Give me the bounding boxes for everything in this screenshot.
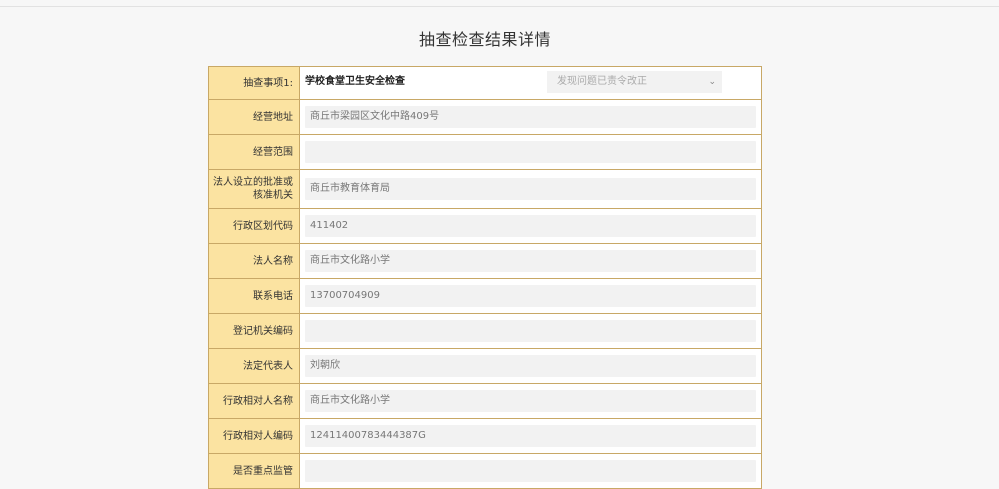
- table-row: 行政相对人名称 商丘市文化路小学: [208, 383, 762, 419]
- table-row-inspection-item: 抽查事项1: 学校食堂卫生安全检查 发现问题已责令改正 ⌄: [208, 66, 762, 100]
- page-title: 抽查检查结果详情: [418, 30, 551, 49]
- table-row: 行政相对人编码 12411400783444387G: [208, 418, 762, 454]
- chevron-down-icon: ⌄: [708, 77, 716, 87]
- approval-authority-field[interactable]: 商丘市教育体育局: [305, 178, 756, 200]
- table-row: 登记机关编码: [208, 313, 762, 349]
- inspection-item-name: 学校食堂卫生安全检查: [305, 76, 405, 87]
- key-supervision-field[interactable]: [305, 460, 756, 482]
- registration-authority-code-field[interactable]: [305, 320, 756, 342]
- top-divider: [0, 6, 999, 7]
- table-row: 行政区划代码 411402: [208, 208, 762, 244]
- table-row: 经营范围: [208, 134, 762, 170]
- legal-representative-field[interactable]: 刘朝欣: [305, 355, 756, 377]
- row-label: 法人名称: [208, 243, 300, 279]
- table-row: 联系电话 13700704909: [208, 278, 762, 314]
- legal-entity-name-field[interactable]: 商丘市文化路小学: [305, 250, 756, 272]
- table-row: 法人名称 商丘市文化路小学: [208, 243, 762, 279]
- table-row: 法人设立的批准或核准机关 商丘市教育体育局: [208, 169, 762, 209]
- row-label: 经营地址: [208, 99, 300, 135]
- result-select[interactable]: 发现问题已责令改正 ⌄: [547, 71, 722, 93]
- table-row: 法定代表人 刘朝欣: [208, 348, 762, 384]
- table-row: 经营地址 商丘市梁园区文化中路409号: [208, 99, 762, 135]
- row-label: 法人设立的批准或核准机关: [208, 169, 300, 209]
- counterparty-name-field[interactable]: 商丘市文化路小学: [305, 390, 756, 412]
- row-label: 行政相对人编码: [208, 418, 300, 454]
- row-label: 联系电话: [208, 278, 300, 314]
- counterparty-code-field[interactable]: 12411400783444387G: [305, 425, 756, 447]
- row-label: 抽查事项1:: [208, 66, 300, 100]
- result-select-value: 发现问题已责令改正: [557, 76, 647, 87]
- inspection-detail-table: 抽查事项1: 学校食堂卫生安全检查 发现问题已责令改正 ⌄ 经营地址 商丘市梁园…: [208, 66, 762, 489]
- phone-field[interactable]: 13700704909: [305, 285, 756, 307]
- row-label: 经营范围: [208, 134, 300, 170]
- business-scope-field[interactable]: [305, 141, 756, 163]
- row-label: 法定代表人: [208, 348, 300, 384]
- business-address-field[interactable]: 商丘市梁园区文化中路409号: [305, 106, 756, 128]
- division-code-field[interactable]: 411402: [305, 215, 756, 237]
- row-label: 是否重点监管: [208, 453, 300, 489]
- table-row: 是否重点监管: [208, 453, 762, 489]
- row-label: 登记机关编码: [208, 313, 300, 349]
- row-label: 行政相对人名称: [208, 383, 300, 419]
- row-label: 行政区划代码: [208, 208, 300, 244]
